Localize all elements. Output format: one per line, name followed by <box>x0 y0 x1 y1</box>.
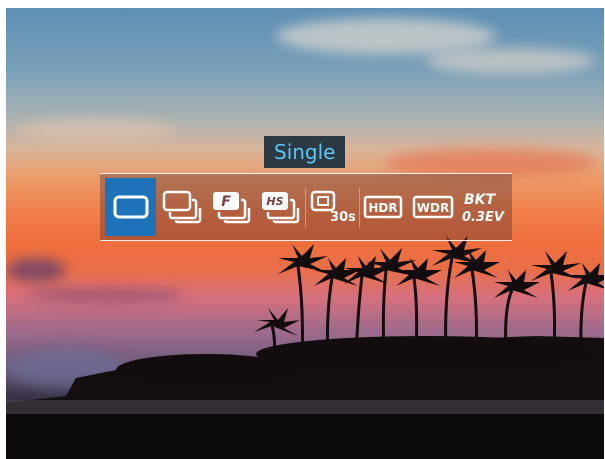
mode-wdr-button[interactable]: WDR <box>410 178 456 236</box>
wdr-icon: WDR <box>412 195 454 219</box>
svg-text:BKT: BKT <box>464 192 497 208</box>
menu-divider-bottom <box>100 240 512 241</box>
mode-continuous-high-speed-button[interactable]: HS <box>257 178 303 236</box>
svg-text:WDR: WDR <box>417 201 449 215</box>
svg-text:F: F <box>221 194 231 210</box>
mode-self-timer-button[interactable]: 30s <box>307 178 357 236</box>
mode-bracketing-button[interactable]: BKT 0.3EV <box>458 178 508 236</box>
mode-continuous-fast-button[interactable]: F <box>208 178 254 236</box>
bracketing-icon: BKT 0.3EV <box>462 192 505 225</box>
mode-separator <box>359 188 360 228</box>
svg-text:30s: 30s <box>330 210 355 225</box>
svg-text:HS: HS <box>266 195 283 208</box>
camera-viewfinder: Single F HS 30s HDR WDR BKT 0.3EV <box>6 8 604 459</box>
self-timer-icon: 30s <box>310 190 355 225</box>
continuous-fast-icon: F <box>213 192 251 224</box>
continuous-shot-icon <box>162 190 202 224</box>
mode-hdr-button[interactable]: HDR <box>361 178 405 236</box>
hdr-icon: HDR <box>363 195 403 219</box>
single-shot-icon <box>113 195 148 219</box>
mode-single-button[interactable] <box>105 178 156 236</box>
svg-text:0.3EV: 0.3EV <box>462 210 505 225</box>
continuous-high-speed-icon: HS <box>262 192 300 224</box>
svg-text:HDR: HDR <box>368 201 397 215</box>
mode-continuous-button[interactable] <box>159 178 205 236</box>
drive-mode-title: Single <box>264 136 346 168</box>
mode-separator <box>305 188 306 228</box>
